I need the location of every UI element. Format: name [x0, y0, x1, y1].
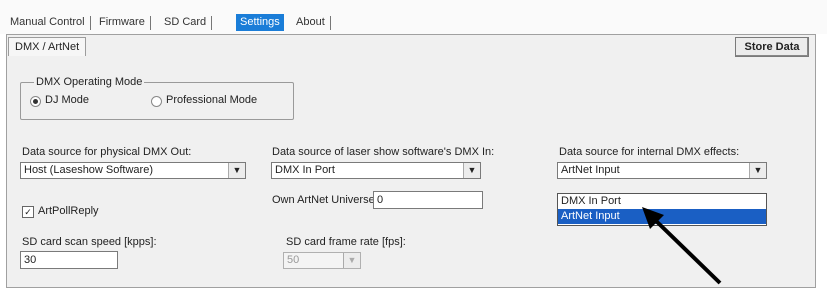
chevron-down-icon[interactable]: ▼	[749, 163, 766, 178]
physical-out-label: Data source for physical DMX Out:	[22, 146, 192, 158]
sd-frame-select[interactable]: 50 ▼	[283, 252, 361, 269]
internal-effects-label: Data source for internal DMX effects:	[559, 146, 740, 158]
physical-out-select[interactable]: Host (Laseshow Software) ▼	[20, 162, 246, 179]
chevron-down-icon[interactable]: ▼	[463, 163, 480, 178]
artnet-universe-input[interactable]: 0	[373, 191, 483, 209]
dj-mode-label: DJ Mode	[45, 94, 90, 106]
sd-scan-label: SD card scan speed [kpps]:	[22, 236, 157, 248]
store-data-button[interactable]: Store Data	[735, 37, 809, 57]
physical-out-value: Host (Laseshow Software)	[24, 164, 153, 176]
tab-settings[interactable]: Settings	[236, 14, 284, 31]
professional-mode-radio[interactable]	[151, 96, 162, 107]
tab-sd-card[interactable]: SD Card	[160, 14, 213, 31]
internal-effects-value: ArtNet Input	[561, 164, 620, 176]
tab-firmware[interactable]: Firmware	[95, 14, 151, 31]
sd-frame-value: 50	[287, 254, 300, 266]
professional-mode-label: Professional Mode	[166, 94, 258, 106]
laser-in-value: DMX In Port	[275, 164, 335, 176]
laser-in-select[interactable]: DMX In Port ▼	[271, 162, 481, 179]
arrow-icon	[642, 207, 722, 285]
dmx-mode-title: DMX Operating Mode	[34, 76, 145, 88]
artpollreply-checkbox[interactable]: ✓	[22, 206, 34, 218]
sd-scan-input[interactable]: 30	[20, 251, 118, 269]
artnet-universe-label: Own ArtNet Universe:	[272, 194, 378, 206]
dj-mode-radio[interactable]	[30, 96, 41, 107]
tab-about[interactable]: About	[292, 14, 331, 31]
laser-in-label: Data source of laser show software's DMX…	[272, 146, 495, 158]
chevron-down-icon[interactable]: ▼	[228, 163, 245, 178]
internal-effects-select[interactable]: ArtNet Input ▼	[557, 162, 767, 179]
tab-manual-control[interactable]: Manual Control	[6, 14, 91, 31]
chevron-down-icon[interactable]: ▼	[343, 253, 360, 268]
artpollreply-label: ArtPollReply	[38, 205, 99, 217]
subtab-dmx-artnet[interactable]: DMX / ArtNet	[8, 37, 87, 56]
sd-frame-label: SD card frame rate [fps]:	[286, 236, 406, 248]
